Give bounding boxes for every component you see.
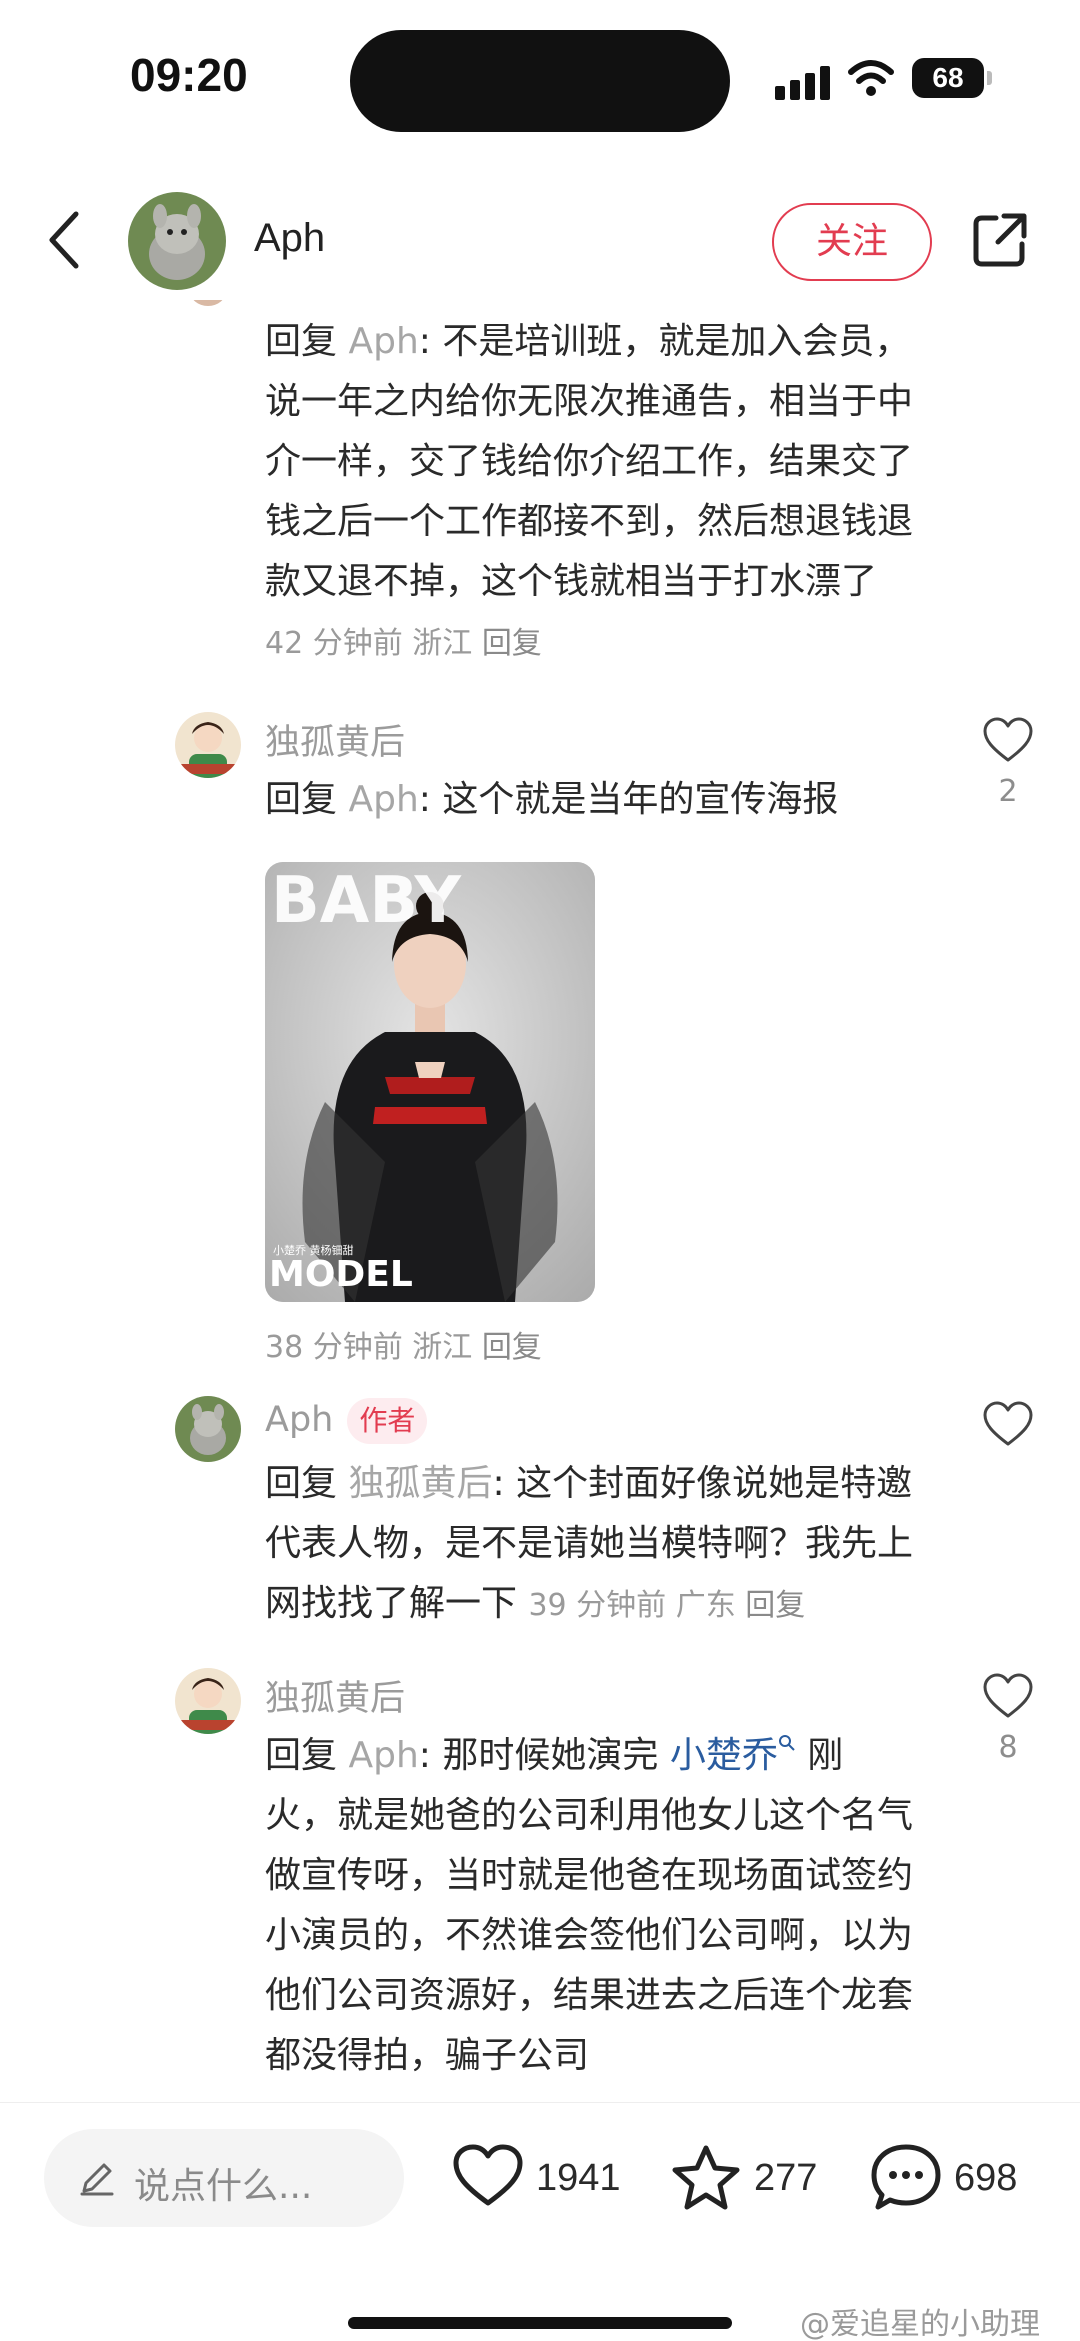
poster-image[interactable]: BABY MODEL 小楚乔 黄杨钿甜 bbox=[265, 862, 595, 1302]
author-badge: 作者 bbox=[347, 1398, 428, 1444]
comment-location: 广东 bbox=[675, 1588, 736, 1623]
commenter-avatar[interactable] bbox=[175, 1396, 241, 1462]
bottom-action-bar: 说点什么... 1941 277 698 @爱追星的小助理 bbox=[0, 2102, 1080, 2341]
home-indicator[interactable] bbox=[348, 2317, 732, 2329]
comment-total: 698 bbox=[954, 2157, 1018, 2199]
share-icon[interactable] bbox=[970, 210, 1030, 270]
comment-time: 38 分钟前 bbox=[265, 1330, 403, 1365]
comment-location: 浙江 bbox=[412, 1330, 473, 1365]
reply-button[interactable]: 回复 bbox=[482, 1330, 542, 1365]
comment-location: 浙江 bbox=[412, 626, 473, 661]
comment-list: 回复 Aph: 不是培训班，就是加入会员，说一年之内给你无限次推通告，相当于中介… bbox=[0, 300, 1080, 2100]
signal-icon bbox=[775, 64, 831, 100]
star-icon bbox=[672, 2145, 740, 2210]
battery-icon: 68 bbox=[912, 58, 992, 98]
like-action[interactable]: 1941 bbox=[452, 2143, 622, 2213]
like-total: 1941 bbox=[536, 2157, 621, 2199]
comment-meta: 38 分钟前 浙江 回复 bbox=[265, 1322, 542, 1366]
poster-bottom-text: MODEL bbox=[269, 1254, 413, 1295]
comment-text: 不是培训班，就是加入会员，说一年之内给你无限次推通告，相当于中介一样，交了钱给你… bbox=[265, 321, 914, 602]
poster-caption: 小楚乔 黄杨钿甜 bbox=[273, 1243, 354, 1257]
commenter-name-text[interactable]: Aph bbox=[265, 1400, 333, 1440]
comment-input[interactable]: 说点什么... bbox=[44, 2129, 404, 2227]
comment-body[interactable]: 回复 Aph: 这个就是当年的宣传海报 bbox=[265, 770, 915, 830]
reply-prefix: 回复 bbox=[265, 779, 338, 820]
comment-time: 39 分钟前 bbox=[528, 1588, 667, 1623]
reply-button[interactable]: 回复 bbox=[482, 626, 542, 661]
commenter-avatar[interactable] bbox=[175, 1668, 241, 1734]
comment-time: 42 分钟前 bbox=[265, 626, 403, 661]
comment-body[interactable]: 回复 独孤黄后: 这个封面好像说她是特邀代表人物，是不是请她当模特啊？我先上网找… bbox=[265, 1454, 915, 1636]
reply-to-name[interactable]: 独孤黄后 bbox=[348, 1463, 492, 1504]
post-header: Aph 关注 bbox=[0, 180, 1080, 300]
dynamic-island bbox=[350, 30, 730, 132]
reply-to-name[interactable]: Aph bbox=[348, 1735, 418, 1776]
like-count: 2 bbox=[998, 774, 1018, 809]
heart-icon[interactable] bbox=[982, 1672, 1034, 1720]
reply-to-name[interactable]: Aph bbox=[348, 779, 418, 820]
heart-icon[interactable] bbox=[982, 1400, 1034, 1448]
watermark: @爱追星的小助理 bbox=[800, 2307, 1040, 2341]
search-link[interactable]: 小楚乔 bbox=[670, 1735, 796, 1776]
poster-top-text: BABY bbox=[271, 864, 462, 938]
like-count: 8 bbox=[998, 1730, 1018, 1765]
author-avatar[interactable] bbox=[128, 192, 226, 290]
comment-text: 那时候她演完 bbox=[442, 1735, 659, 1776]
reply-prefix: 回复 bbox=[265, 321, 338, 362]
search-link-text[interactable]: 小楚乔 bbox=[670, 1735, 778, 1776]
avatar-edge bbox=[190, 300, 226, 306]
commenter-name[interactable]: 独孤黄后 bbox=[265, 714, 405, 765]
heart-icon bbox=[453, 2144, 523, 2206]
back-icon[interactable] bbox=[42, 204, 90, 276]
favorite-action[interactable]: 277 bbox=[670, 2143, 830, 2213]
author-name[interactable]: Aph bbox=[254, 216, 325, 261]
comment-text: 这个就是当年的宣传海报 bbox=[442, 779, 839, 820]
commenter-name: Aph 作者 bbox=[265, 1398, 428, 1444]
status-time: 09:20 bbox=[130, 49, 248, 101]
heart-icon[interactable] bbox=[982, 716, 1034, 764]
reply-prefix: 回复 bbox=[265, 1735, 338, 1776]
commenter-name[interactable]: 独孤黄后 bbox=[265, 1670, 405, 1721]
comment-text-cont: 刚火，就是她爸的公司利用他女儿这个名气做宣传呀，当时就是他爸在现场面试签约小演员… bbox=[265, 1735, 914, 2076]
wifi-icon bbox=[848, 60, 894, 96]
follow-button[interactable]: 关注 bbox=[772, 203, 932, 281]
search-icon bbox=[778, 1735, 795, 1751]
comment-action[interactable]: 698 bbox=[870, 2143, 1040, 2213]
commenter-avatar[interactable] bbox=[175, 712, 241, 778]
comment-body[interactable]: 回复 Aph: 那时候她演完 小楚乔 刚火，就是她爸的公司利用他女儿这个名气做宣… bbox=[265, 1726, 915, 2086]
reply-button[interactable]: 回复 bbox=[745, 1588, 805, 1623]
chat-bubble-icon bbox=[871, 2144, 941, 2210]
comment-input-placeholder: 说点什么... bbox=[134, 2166, 313, 2207]
reply-to-name[interactable]: Aph bbox=[348, 321, 418, 362]
pencil-icon bbox=[80, 2163, 114, 2196]
status-bar: 09:20 68 bbox=[0, 0, 1080, 150]
favorite-total: 277 bbox=[754, 2157, 818, 2199]
reply-prefix: 回复 bbox=[265, 1463, 338, 1504]
comment-body[interactable]: 回复 Aph: 不是培训班，就是加入会员，说一年之内给你无限次推通告，相当于中介… bbox=[265, 312, 915, 674]
